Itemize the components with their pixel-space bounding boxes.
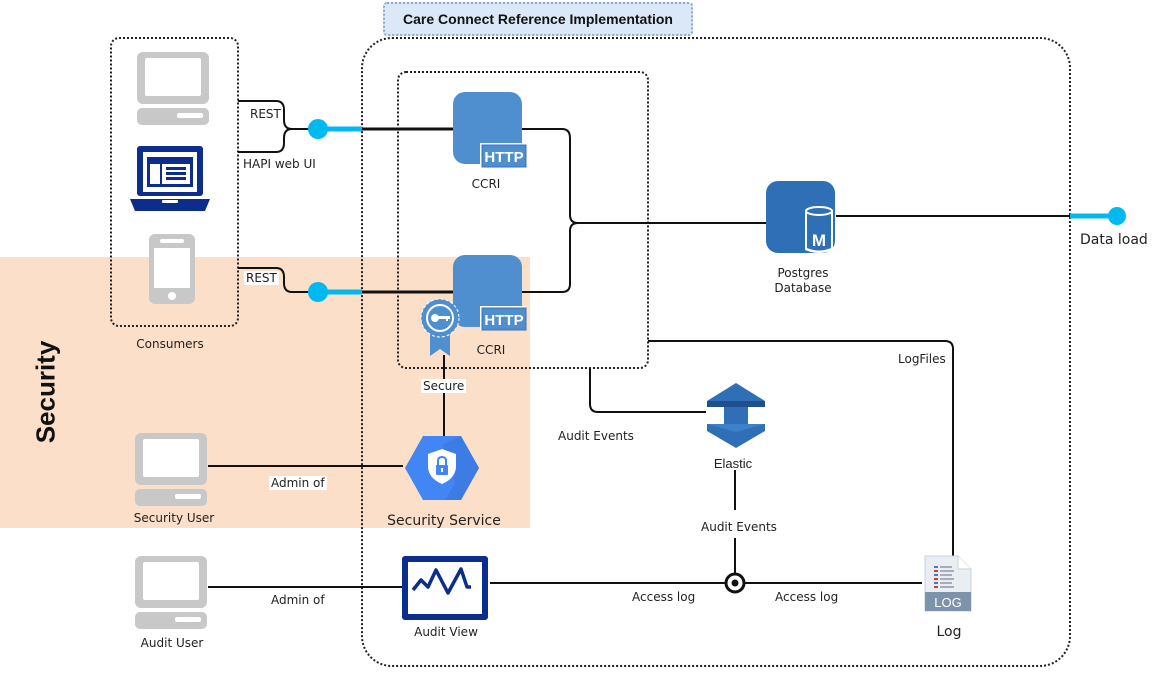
audit-view-chart-icon[interactable] [402,556,488,620]
access-log-label-1: Access log [632,590,696,604]
junction-hub-icon [724,572,746,594]
admin-of-audit-label: Admin of [271,593,325,607]
audit-user-desktop-icon [135,556,207,629]
data-load-connector[interactable] [1070,207,1126,225]
svg-text:HTTP: HTTP [484,312,523,329]
laptop-web-ui-icon [130,146,210,211]
connectors [208,100,1070,588]
postgres-label: Postgres Database [774,266,831,296]
svg-text:M: M [812,231,826,250]
audit-user-label: Audit User [140,636,204,650]
admin-of-security-label: Admin of [269,476,327,490]
ccri-top-label: CCRI [471,177,501,191]
audit-view-label: Audit View [414,625,478,639]
postgres-label-line1: Postgres [777,266,829,280]
certificate-key-icon [420,298,460,356]
ccri-top-to-db [522,128,768,224]
lollipop-connector-2[interactable] [308,282,362,302]
system-title-tab: Care Connect Reference Implementation [383,2,693,36]
hapi-web-ui-label: HAPI web UI [243,157,316,171]
log-file-icon[interactable]: LOG [924,555,972,612]
elastic-search-icon[interactable] [707,383,765,448]
security-service-shield-icon[interactable] [405,436,479,500]
system-title: Care Connect Reference Implementation [403,11,673,27]
mobile-phone-icon [149,234,195,304]
security-user-desktop-icon [135,433,207,506]
desktop-computer-icon [137,52,209,125]
consumers-label: Consumers [136,337,204,351]
rest-label-2: REST [244,271,279,285]
svg-text:LOG: LOG [934,595,961,610]
ccri-secure-to-db [522,222,579,293]
ccri-secure-http-server-icon[interactable]: HTTP [453,255,527,331]
data-load-label: Data load [1080,232,1148,248]
audit-events-label-2: Audit Events [699,520,779,534]
secure-label: Secure [421,379,467,393]
audit-events-label-1: Audit Events [558,429,634,443]
ccri-http-server-icon[interactable]: HTTP [453,92,527,168]
postgres-database-icon[interactable]: M [766,181,835,253]
svg-text:HTTP: HTTP [484,149,523,166]
cluster-to-log [648,340,954,560]
cluster-to-elastic [589,368,706,413]
elastic-label: Elastic [713,456,753,471]
access-log-label-2: Access log [775,590,839,604]
rest-label-1: REST [248,107,283,121]
postgres-label-line2: Database [774,281,832,295]
hapi-link [238,128,318,153]
logfiles-label: LogFiles [898,352,946,366]
security-user-label: Security User [133,511,215,525]
security-service-label: Security Service [387,513,501,529]
ccri-secure-label: CCRI [476,343,506,357]
lollipop-connector-1[interactable] [308,119,362,139]
log-label: Log [936,624,962,640]
